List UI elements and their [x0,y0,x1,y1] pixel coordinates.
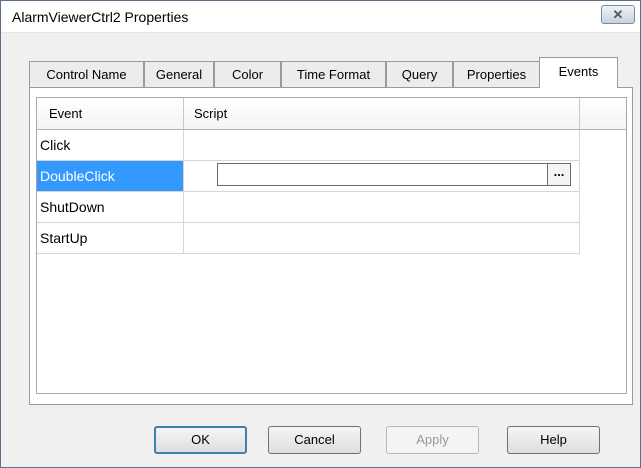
event-cell-startup[interactable]: StartUp [37,223,184,254]
script-cell-startup[interactable] [184,223,580,254]
properties-dialog: AlarmViewerCtrl2 Properties ✕ Control Na… [0,0,641,468]
tab-time-format[interactable]: Time Format [281,61,386,87]
tab-events[interactable]: Events [539,57,618,88]
tab-control-name[interactable]: Control Name [29,61,144,87]
close-icon[interactable]: ✕ [601,5,635,24]
script-cell-click[interactable] [184,130,580,161]
column-header-script[interactable]: Script [184,98,580,130]
tab-query[interactable]: Query [386,61,453,87]
event-cell-click[interactable]: Click [37,130,184,161]
ok-button[interactable]: OK [154,426,247,454]
event-cell-doubleclick[interactable]: DoubleClick [37,161,184,192]
column-header-filler [580,98,626,130]
window-title: AlarmViewerCtrl2 Properties [12,9,189,25]
title-bar: AlarmViewerCtrl2 Properties ✕ [1,1,640,33]
tab-color[interactable]: Color [214,61,281,87]
event-cell-shutdown[interactable]: ShutDown [37,192,184,223]
apply-button[interactable]: Apply [386,426,479,454]
help-button[interactable]: Help [507,426,600,454]
cancel-button[interactable]: Cancel [268,426,361,454]
column-header-event[interactable]: Event [37,98,184,130]
tab-general[interactable]: General [144,61,214,87]
events-grid: Event Script Click DoubleClick ... ShutD… [36,97,627,394]
script-input[interactable] [217,163,550,186]
script-cell-shutdown[interactable] [184,192,580,223]
browse-script-button[interactable]: ... [547,163,571,186]
tab-properties[interactable]: Properties [453,61,540,87]
